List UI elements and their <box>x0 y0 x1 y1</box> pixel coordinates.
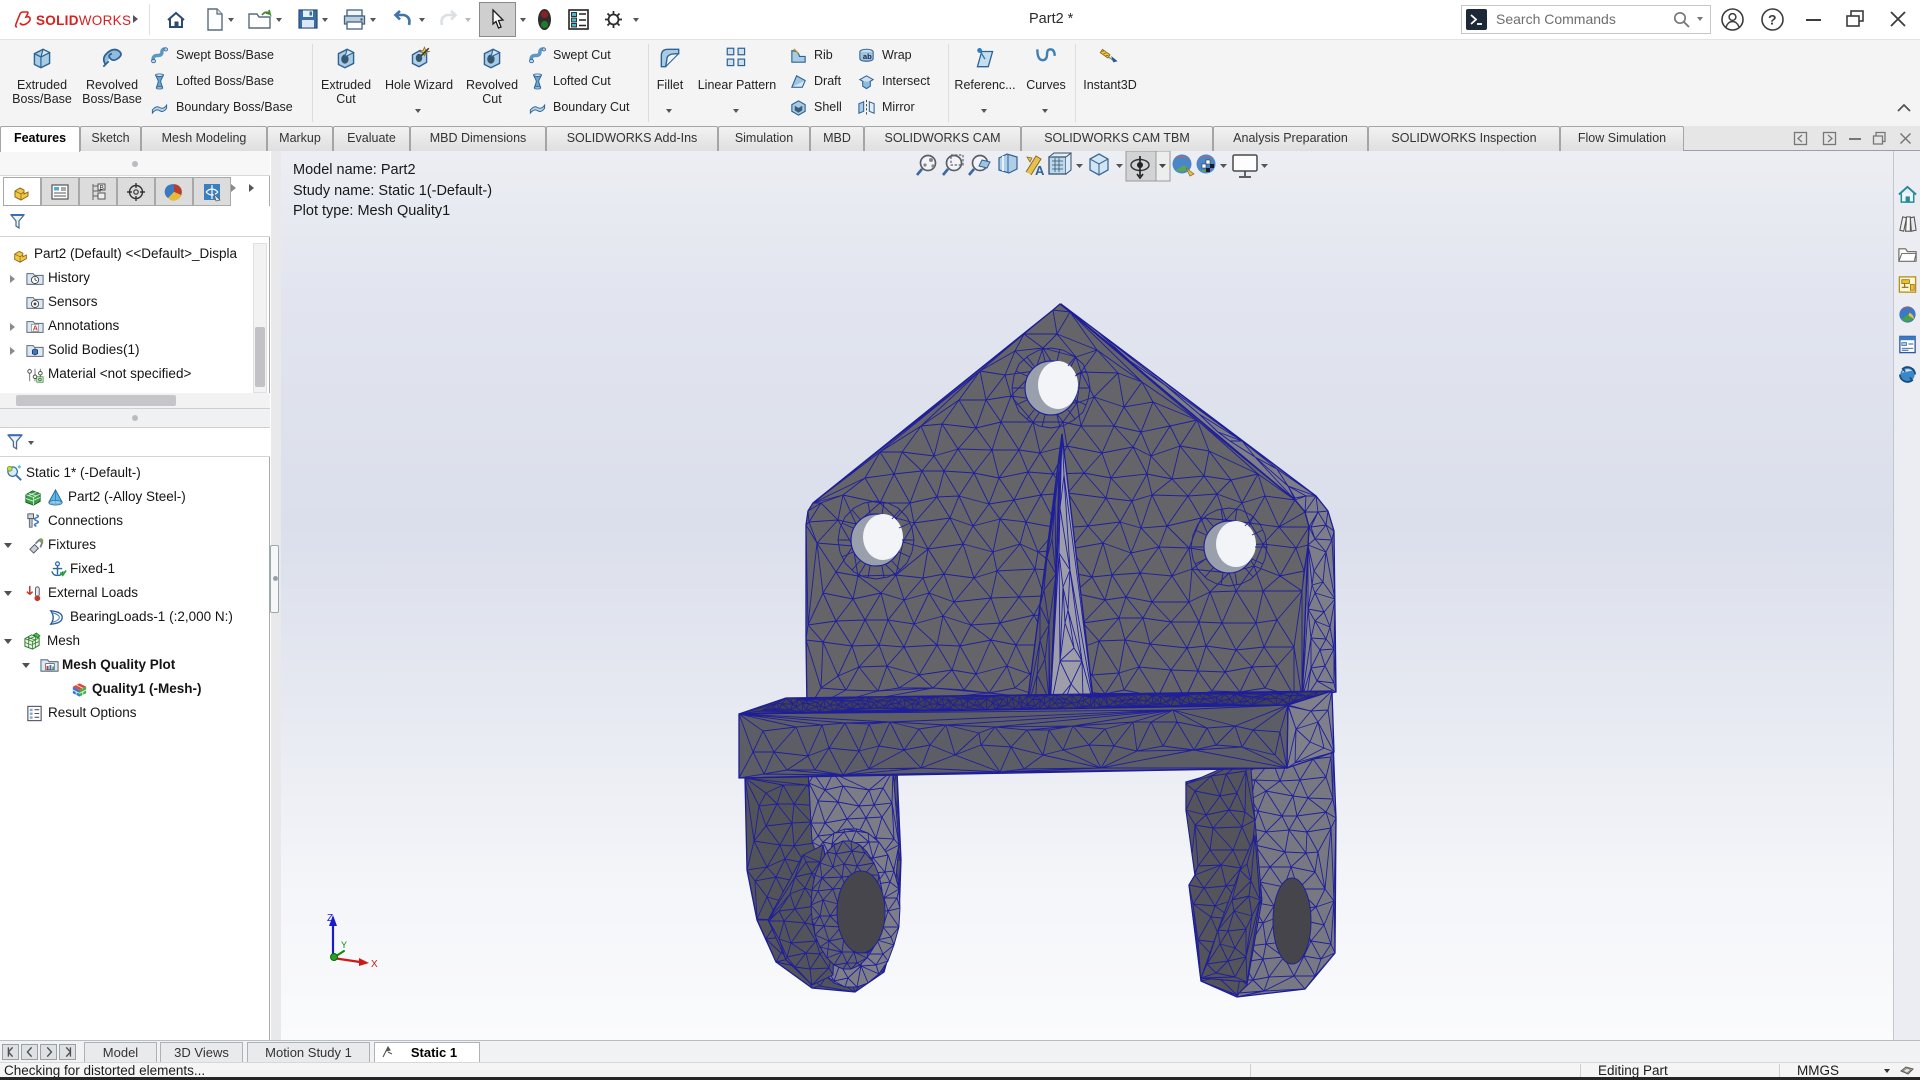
svg-text:SOLIDWORKS: SOLIDWORKS <box>36 13 131 28</box>
svg-text:X: X <box>371 959 378 970</box>
svg-text:Z: Z <box>327 913 333 924</box>
svg-text:?: ? <box>1768 12 1777 28</box>
svg-text:A: A <box>1035 163 1045 178</box>
svg-text:Y: Y <box>341 940 347 950</box>
